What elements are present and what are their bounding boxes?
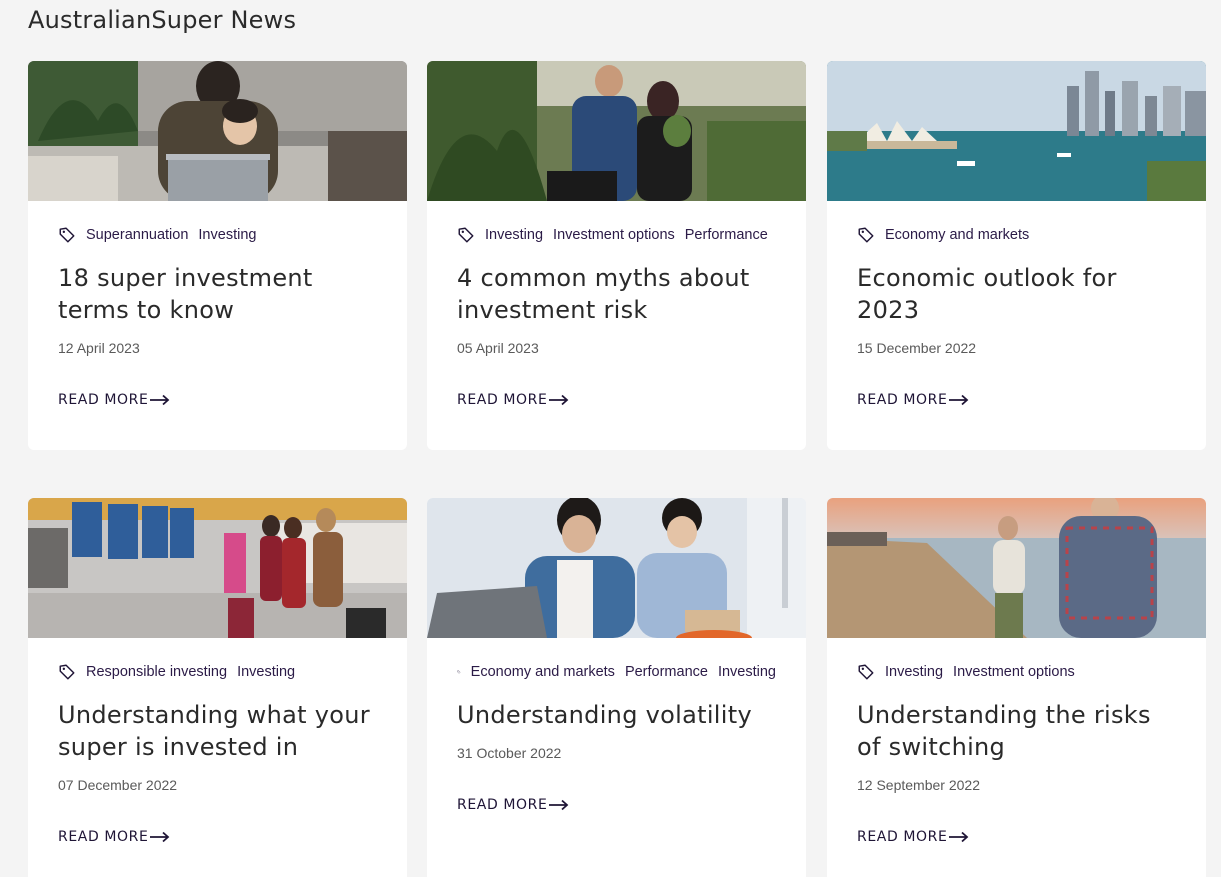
travellers-in-airport-photo[interactable]	[28, 498, 407, 638]
tag-list: Responsible investing Investing	[58, 662, 377, 682]
read-more-link[interactable]: READ MORE	[857, 392, 969, 408]
read-more-label: READ MORE	[857, 829, 948, 845]
read-more-label: READ MORE	[457, 392, 548, 408]
page-title: AustralianSuper News	[28, 6, 297, 34]
card-title[interactable]: Economic outlook for 2023	[857, 262, 1176, 326]
card-title[interactable]: 4 common myths about investment risk	[457, 262, 776, 326]
tag-icon	[59, 227, 75, 243]
couple-on-beach-at-sunset-photo[interactable]	[827, 498, 1206, 638]
read-more-label: READ MORE	[58, 829, 149, 845]
read-more-label: READ MORE	[857, 392, 948, 408]
arrow-right-icon	[949, 394, 969, 406]
tag-link[interactable]: Investing	[885, 664, 943, 680]
arrow-right-icon	[150, 831, 170, 843]
tag-link[interactable]: Superannuation	[86, 227, 188, 243]
tag-link[interactable]: Investment options	[553, 227, 675, 243]
card-title[interactable]: 18 super investment terms to know	[58, 262, 377, 326]
tag-link[interactable]: Investing	[237, 664, 295, 680]
card-title[interactable]: Understanding the risks of switching	[857, 699, 1176, 763]
tag-link[interactable]: Investing	[718, 664, 776, 680]
read-more-link[interactable]: READ MORE	[58, 392, 170, 408]
news-card[interactable]: Economy and markets Performance Investin…	[427, 498, 806, 877]
card-title[interactable]: Understanding what your super is investe…	[58, 699, 377, 763]
news-card[interactable]: Investing Investment options Understandi…	[827, 498, 1206, 877]
tag-link[interactable]: Responsible investing	[86, 664, 227, 680]
publish-date: 15 December 2022	[857, 340, 977, 356]
news-card[interactable]: Economy and markets Economic outlook for…	[827, 61, 1206, 450]
father-and-son-with-laptop-photo[interactable]	[427, 498, 806, 638]
tag-list: Investing Investment options	[857, 662, 1176, 682]
publish-date: 12 April 2023	[58, 340, 140, 356]
arrow-right-icon	[549, 799, 569, 811]
card-title[interactable]: Understanding volatility	[457, 699, 776, 731]
publish-date: 05 April 2023	[457, 340, 539, 356]
tag-link[interactable]: Investing	[198, 227, 256, 243]
tag-icon	[59, 664, 75, 680]
tag-icon	[858, 227, 874, 243]
parent-and-child-with-laptop-photo[interactable]	[28, 61, 407, 201]
tag-icon	[858, 664, 874, 680]
tag-link[interactable]: Economy and markets	[471, 664, 615, 680]
tag-link[interactable]: Investment options	[953, 664, 1075, 680]
read-more-label: READ MORE	[58, 392, 149, 408]
arrow-right-icon	[949, 831, 969, 843]
tag-list: Economy and markets	[857, 225, 1176, 245]
news-card[interactable]: Responsible investing Investing Understa…	[28, 498, 407, 877]
news-card[interactable]: Superannuation Investing 18 super invest…	[28, 61, 407, 450]
publish-date: 31 October 2022	[457, 745, 562, 761]
tag-list: Economy and markets Performance Investin…	[457, 662, 776, 682]
read-more-link[interactable]: READ MORE	[457, 797, 569, 813]
tag-icon	[457, 670, 461, 674]
read-more-link[interactable]: READ MORE	[457, 392, 569, 408]
tag-link[interactable]: Performance	[685, 227, 768, 243]
tag-link[interactable]: Performance	[625, 664, 708, 680]
publish-date: 12 September 2022	[857, 777, 980, 793]
arrow-right-icon	[150, 394, 170, 406]
tag-link[interactable]: Investing	[485, 227, 543, 243]
news-card[interactable]: Investing Investment options Performance…	[427, 61, 806, 450]
read-more-label: READ MORE	[457, 797, 548, 813]
tag-icon	[458, 227, 474, 243]
arrow-right-icon	[549, 394, 569, 406]
tag-link[interactable]: Economy and markets	[885, 227, 1029, 243]
read-more-link[interactable]: READ MORE	[58, 829, 170, 845]
read-more-link[interactable]: READ MORE	[857, 829, 969, 845]
tag-list: Superannuation Investing	[58, 225, 377, 245]
publish-date: 07 December 2022	[58, 777, 178, 793]
tag-list: Investing Investment options Performance	[457, 225, 776, 245]
sydney-harbour-photo[interactable]	[827, 61, 1206, 201]
couple-in-garden-nursery-photo[interactable]	[427, 61, 806, 201]
